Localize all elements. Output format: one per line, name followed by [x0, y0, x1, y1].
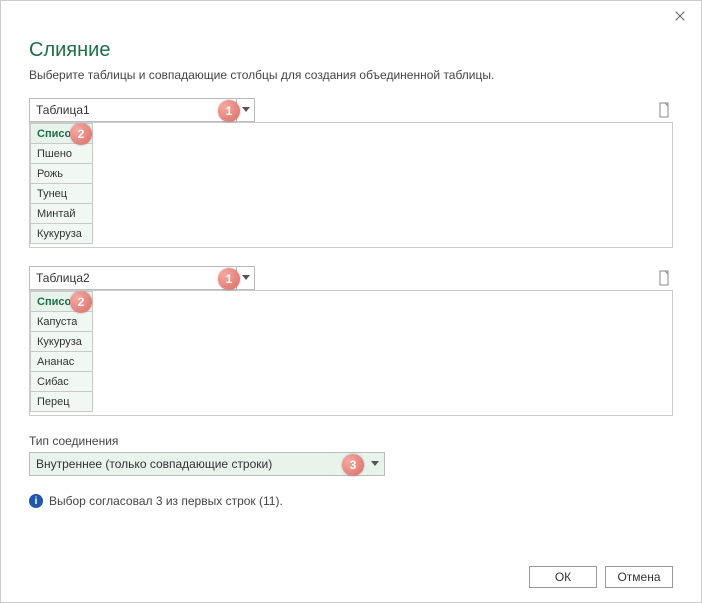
step-badge-3: 3 — [342, 454, 364, 476]
table2-cell[interactable]: Перец — [31, 392, 93, 412]
refresh-icon[interactable] — [655, 269, 673, 287]
close-icon[interactable] — [673, 9, 689, 25]
table2-cell[interactable]: Капуста — [31, 312, 93, 332]
table2-cell[interactable]: Кукуруза — [31, 332, 93, 352]
table1-cell[interactable]: Рожь — [31, 164, 93, 184]
step-badge-2b: 2 — [70, 291, 92, 313]
table1-preview: 2 Список1 Пшено Рожь Тунец Минтай Кукуру… — [29, 122, 673, 248]
table2-select-text: Таблица2 — [30, 271, 236, 285]
join-type-label: Тип соединения — [29, 434, 673, 448]
step-badge-1b: 1 — [218, 268, 240, 290]
table1-cell[interactable]: Минтай — [31, 204, 93, 224]
ok-button[interactable]: ОК — [529, 566, 597, 588]
table1-cell[interactable]: Пшено — [31, 144, 93, 164]
table2-cell[interactable]: Сибас — [31, 372, 93, 392]
info-icon: i — [29, 494, 43, 508]
table1-select[interactable]: Таблица1 1 — [29, 98, 255, 122]
refresh-icon[interactable] — [655, 101, 673, 119]
dialog-title: Слияние — [29, 39, 673, 62]
step-badge-2a: 2 — [70, 123, 92, 145]
table2-select[interactable]: Таблица2 1 — [29, 266, 255, 290]
dialog-subtitle: Выберите таблицы и совпадающие столбцы д… — [29, 68, 673, 82]
status-text: Выбор согласовал 3 из первых строк (11). — [49, 494, 283, 508]
step-badge-1a: 1 — [218, 100, 240, 122]
status-row: i Выбор согласовал 3 из первых строк (11… — [29, 494, 673, 508]
caret-down-icon — [366, 453, 384, 475]
table1-cell[interactable]: Тунец — [31, 184, 93, 204]
join-type-text: Внутреннее (только совпадающие строки) — [30, 457, 366, 471]
table1-select-text: Таблица1 — [30, 103, 236, 117]
join-type-select[interactable]: Внутреннее (только совпадающие строки) 3 — [29, 452, 385, 476]
table1-cell[interactable]: Кукуруза — [31, 224, 93, 244]
table2-preview: 2 Список2 Капуста Кукуруза Ананас Сибас … — [29, 290, 673, 416]
table2-cell[interactable]: Ананас — [31, 352, 93, 372]
merge-dialog: Слияние Выберите таблицы и совпадающие с… — [0, 0, 702, 603]
cancel-button[interactable]: Отмена — [605, 566, 673, 588]
